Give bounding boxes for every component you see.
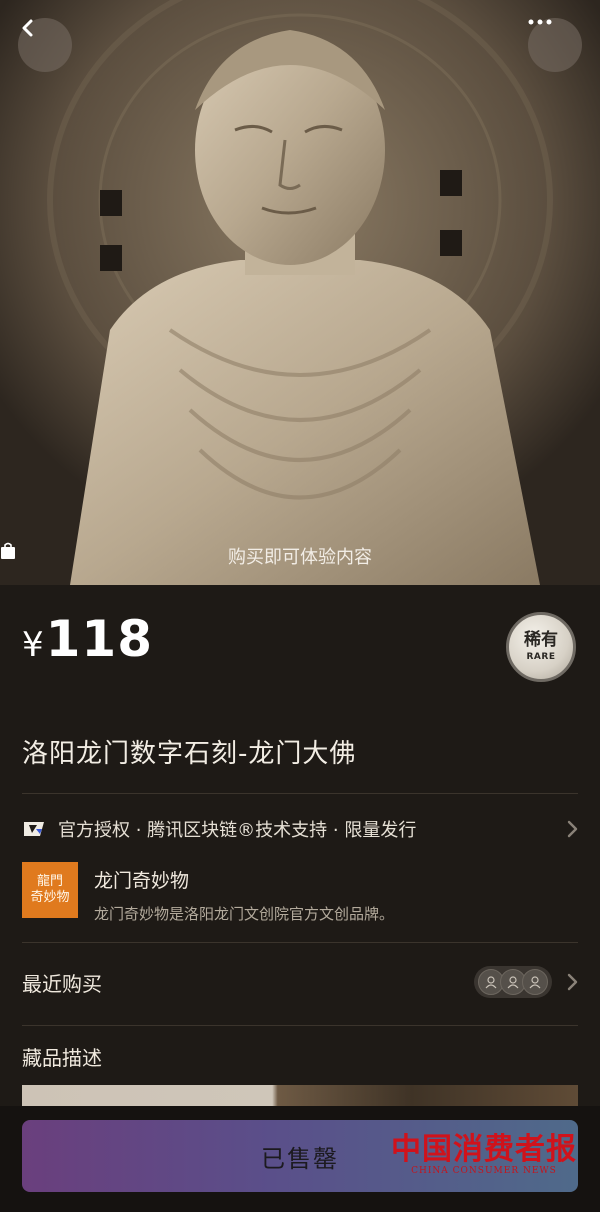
user-icon (507, 976, 519, 989)
newspaper-watermark: 中国消费者报 CHINA CONSUMER NEWS (386, 1124, 582, 1176)
watermark-title: 中国消费者报 (391, 1132, 577, 1167)
back-button[interactable] (18, 18, 72, 72)
brand-card[interactable]: 龍門 奇妙物 龙门奇妙物 龙门奇妙物是洛阳龙门文创院官方文创品牌。 (22, 862, 394, 924)
buyer-avatars (474, 966, 552, 998)
tencent-logo-icon (24, 822, 44, 836)
brand-logo-line2: 奇妙物 (30, 890, 70, 905)
divider (22, 942, 578, 943)
sold-out-label: 已售罄 (261, 1144, 339, 1173)
chevron-right-icon (567, 820, 578, 838)
buddha-statue-illustration (0, 0, 600, 585)
collection-description-label: 藏品描述 (22, 1046, 102, 1070)
divider (22, 1025, 578, 1026)
purchase-hint: 购买即可体验内容 (0, 542, 600, 570)
brand-logo: 龍門 奇妙物 (22, 862, 78, 918)
brand-name: 龙门奇妙物 (94, 870, 190, 892)
product-title: 洛阳龙门数字石刻-龙门大佛 (22, 739, 357, 769)
rarity-badge-sub: RARE (526, 652, 556, 662)
price-value: 118 (45, 610, 154, 668)
recent-purchases-label: 最近购买 (22, 971, 102, 996)
hero-image: 购买即可体验内容 (0, 0, 600, 585)
divider (22, 793, 578, 794)
authorization-row[interactable]: 官方授权 · 腾讯区块链®技术支持 · 限量发行 (22, 812, 580, 846)
more-button[interactable] (528, 18, 582, 72)
authorization-text: 官方授权 · 腾讯区块链®技术支持 · 限量发行 (58, 820, 417, 841)
price-currency: ¥ (22, 625, 44, 665)
avatar (522, 969, 548, 995)
rarity-badge: 稀有 RARE (506, 612, 576, 682)
user-icon (529, 976, 541, 989)
watermark-subtitle: CHINA CONSUMER NEWS (411, 1166, 557, 1176)
user-icon (485, 976, 497, 989)
recent-purchases-row[interactable]: 最近购买 (22, 962, 580, 1002)
price: ¥ 118 (22, 610, 153, 668)
chevron-right-icon (567, 973, 578, 991)
shopping-bag-icon (1, 542, 15, 559)
brand-logo-line1: 龍門 (36, 873, 63, 889)
chevron-left-icon (22, 19, 33, 37)
more-horizontal-icon (528, 19, 552, 25)
rarity-badge-label: 稀有 (524, 630, 558, 650)
brand-description: 龙门奇妙物是洛阳龙门文创院官方文创品牌。 (94, 905, 395, 923)
purchase-hint-text: 购买即可体验内容 (228, 547, 372, 568)
